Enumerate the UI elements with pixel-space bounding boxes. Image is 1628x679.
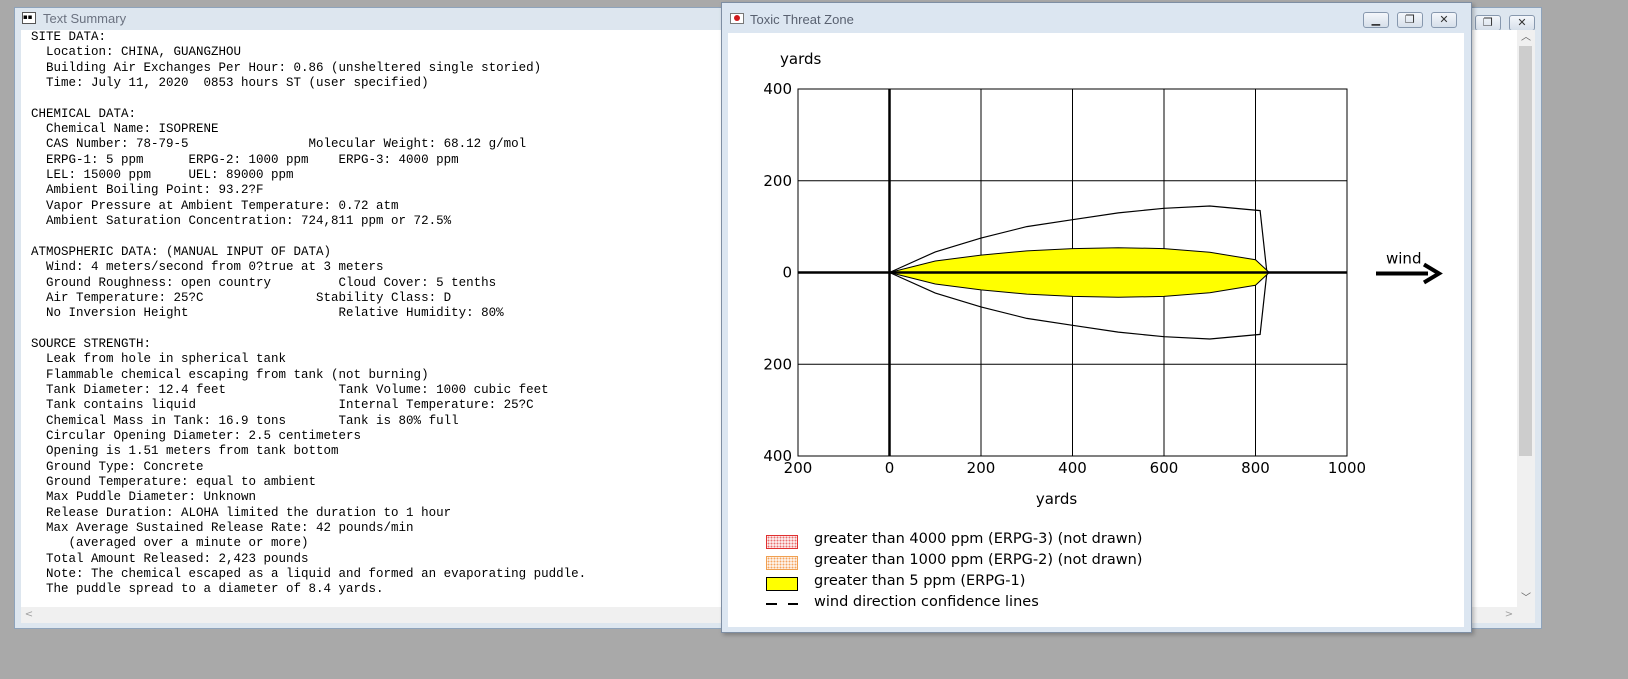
scroll-down-icon[interactable]: ﹀ — [1517, 591, 1535, 607]
scroll-up-icon[interactable]: ︿ — [1517, 30, 1535, 46]
wind-label: wind — [1386, 250, 1421, 268]
threat-zone-plot-area: 400 200 0 200 400 200 0 200 400 600 800 1000 yards ya… — [728, 33, 1464, 627]
x-tick-label: 600 — [1150, 459, 1179, 477]
scrollbar-thumb[interactable] — [1519, 46, 1532, 456]
x-tick-label: 0 — [885, 459, 895, 477]
legend-label: greater than 1000 ppm (ERPG-2) (not draw… — [814, 552, 1143, 568]
restore-icon[interactable]: ❐ — [1396, 12, 1423, 28]
vertical-scrollbar[interactable]: ︿ ﹀ — [1517, 30, 1535, 607]
y-tick-label: 0 — [782, 264, 792, 282]
text-summary-window-buttons: ❐ ✕ — [1472, 11, 1535, 31]
y-tick-label: 400 — [763, 80, 792, 98]
erpg2-swatch — [766, 556, 798, 570]
erpg3-swatch — [766, 535, 798, 549]
x-tick-label: 200 — [784, 459, 813, 477]
threat-zone-window-buttons: ▁ ❐ ✕ — [1360, 12, 1457, 32]
close-icon[interactable]: ✕ — [1431, 12, 1457, 28]
x-tick-label: 1000 — [1328, 459, 1366, 477]
x-tick-label: 400 — [1058, 459, 1087, 477]
y-axis-label: yards — [780, 50, 821, 68]
scroll-left-icon[interactable]: < — [21, 607, 37, 623]
text-document-icon: ▪▪ — [22, 12, 36, 24]
summary-text: SITE DATA: Location: CHINA, GUANGZHOU Bu… — [31, 30, 587, 597]
toxic-threat-zone-window: Toxic Threat Zone ▁ ❐ ✕ 400 200 0 200 400 200… — [721, 2, 1472, 633]
minimize-icon[interactable]: ▁ — [1362, 12, 1389, 28]
confidence-line-swatch — [766, 603, 798, 605]
scroll-right-icon[interactable]: > — [1501, 607, 1517, 623]
x-tick-label: 800 — [1241, 459, 1270, 477]
restore-icon[interactable]: ❐ — [1474, 15, 1501, 31]
erpg1-swatch — [766, 577, 798, 591]
legend-label: greater than 4000 ppm (ERPG-3) (not draw… — [814, 531, 1143, 547]
text-summary-title: Text Summary — [43, 11, 127, 26]
x-tick-label: 200 — [967, 459, 996, 477]
y-tick-label: 200 — [763, 355, 792, 373]
aloha-app-icon — [730, 13, 744, 24]
legend-label: wind direction confidence lines — [814, 594, 1039, 610]
close-icon[interactable]: ✕ — [1509, 15, 1535, 31]
threat-zone-titlebar[interactable]: Toxic Threat Zone ▁ ❐ ✕ — [722, 3, 1471, 31]
legend-label: greater than 5 ppm (ERPG-1) — [814, 573, 1026, 589]
threat-zone-title: Toxic Threat Zone — [750, 12, 854, 27]
x-axis-label: yards — [1036, 490, 1077, 508]
y-tick-label: 200 — [763, 172, 792, 190]
